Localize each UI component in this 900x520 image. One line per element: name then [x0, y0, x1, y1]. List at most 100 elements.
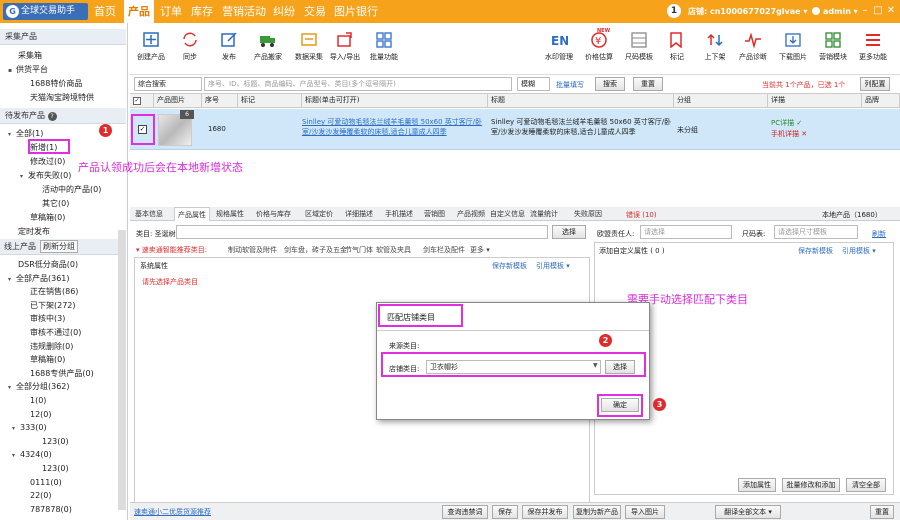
- sidebar-online-item[interactable]: 1(0): [30, 395, 46, 406]
- nav-products[interactable]: 产品: [124, 0, 154, 23]
- save-template-link-2[interactable]: 保存新模板: [798, 246, 833, 256]
- minimize-icon[interactable]: –: [858, 4, 872, 18]
- sidebar-item-modified[interactable]: 修改过(0): [30, 156, 65, 167]
- close-icon[interactable]: ✕: [884, 4, 898, 18]
- tool-marketing-button[interactable]: 营销模块: [814, 28, 852, 72]
- tab-1[interactable]: 基本信息: [135, 207, 163, 221]
- help-icon[interactable]: ?: [47, 112, 57, 121]
- recommend-item[interactable]: 剑车盘，砖子及五金: [284, 245, 347, 255]
- category-input[interactable]: [176, 225, 548, 239]
- maximize-icon[interactable]: □: [871, 4, 885, 18]
- sidebar-online-item[interactable]: 22(0): [30, 490, 52, 501]
- sidebar-online-item[interactable]: 787878(0): [30, 504, 72, 515]
- sidebar-online-item[interactable]: 草稿箱(0): [30, 354, 65, 365]
- col-group[interactable]: 分组: [674, 94, 768, 107]
- refresh-link[interactable]: 刷新: [872, 229, 886, 239]
- sidebar-item-tmall[interactable]: 天猫淘宝跨境特供: [30, 92, 94, 103]
- tool-menu-button[interactable]: 更多功能: [854, 28, 892, 72]
- tab-10[interactable]: 自定义信息: [490, 207, 525, 221]
- sidebar-item-other[interactable]: 其它(0): [42, 198, 69, 209]
- search-input[interactable]: 序号、ID、标题、商品编码、产品型号、类目(多个逗号隔开): [204, 77, 512, 91]
- col-seq[interactable]: 序号: [202, 94, 238, 107]
- tool-publish-button[interactable]: 发布: [210, 28, 248, 72]
- collapse-icon[interactable]: ▾: [20, 171, 28, 182]
- user-menu[interactable]: admin ▾: [823, 0, 858, 23]
- tool-diagnose-button[interactable]: 产品诊断: [734, 28, 772, 72]
- tool-price-button[interactable]: ¥ 价格估算: [580, 28, 618, 72]
- sidebar-online-item[interactable]: ▾ 4324(0): [12, 449, 52, 461]
- tab-5[interactable]: 区域定价: [305, 207, 333, 221]
- tab-12[interactable]: 失败原因: [574, 207, 602, 221]
- col-title[interactable]: 标题: [488, 94, 674, 107]
- col-mark[interactable]: 标记: [238, 94, 302, 107]
- select-all-checkbox[interactable]: ✓: [133, 97, 141, 105]
- tab-6[interactable]: 详细描述: [345, 207, 373, 221]
- statusbar-button[interactable]: 复制为新产品: [573, 505, 621, 519]
- col-detail[interactable]: 详描: [768, 94, 862, 107]
- recommend-item[interactable]: 节气门体: [345, 245, 373, 255]
- col-image[interactable]: 产品图片: [154, 94, 202, 107]
- sidebar-scrollbar[interactable]: [118, 230, 126, 510]
- nav-home[interactable]: 首页: [89, 0, 121, 23]
- nav-marketing[interactable]: 营销活动: [220, 0, 268, 23]
- recommend-item[interactable]: 剑车栏及配件: [423, 245, 465, 255]
- tab-11[interactable]: 流量统计: [530, 207, 558, 221]
- statusbar-button[interactable]: 查询违禁词: [442, 505, 488, 519]
- col-brand[interactable]: 品牌: [862, 94, 900, 107]
- add-attribute-button[interactable]: 添加属性: [738, 478, 776, 492]
- sidebar-online-item[interactable]: 审核不通过(0): [30, 327, 81, 338]
- statusbar-button[interactable]: 导入图片: [625, 505, 665, 519]
- collapse-icon[interactable]: ▾: [12, 423, 20, 434]
- sidebar-online-item[interactable]: DSR低分商品(0): [18, 259, 78, 270]
- nav-orders[interactable]: 订单: [157, 0, 185, 23]
- sidebar-online-item[interactable]: 审核中(3): [30, 313, 65, 324]
- tab-2[interactable]: 产品属性: [174, 207, 210, 221]
- recommend-item[interactable]: 制动软管及附件: [228, 245, 277, 255]
- sidebar-online-item[interactable]: 123(0): [42, 463, 69, 474]
- eu-rep-select[interactable]: 请选择: [640, 225, 732, 239]
- quote-template-link-2[interactable]: 引用模板 ▾: [842, 246, 876, 256]
- sidebar-online-item[interactable]: ▾ 全部产品(361): [8, 273, 70, 285]
- sidebar-item-supply[interactable]: ▪ 供货平台: [8, 64, 48, 76]
- sidebar-item-draft[interactable]: 草稿箱(0): [30, 212, 65, 223]
- nav-trade[interactable]: 交易: [301, 0, 329, 23]
- sidebar-online-item[interactable]: 12(0): [30, 409, 52, 420]
- sidebar-item-collect-box[interactable]: 采集箱: [18, 50, 42, 61]
- tool-truck-button[interactable]: 产品搬家: [249, 28, 287, 72]
- store-selector[interactable]: 店铺: cn1000677027glvae ▾: [688, 0, 807, 23]
- refresh-group-button[interactable]: 刷新分组: [40, 240, 78, 253]
- sidebar-online-item[interactable]: 正在销售(86): [30, 286, 78, 297]
- save-template-link[interactable]: 保存新模板: [492, 261, 527, 271]
- sidebar-online-item[interactable]: 1688专供产品(0): [30, 368, 94, 379]
- sidebar-online-item[interactable]: 0111(0): [30, 477, 62, 488]
- column-config-button[interactable]: 列配置: [860, 77, 890, 91]
- tool-tag-button[interactable]: 标记: [658, 28, 696, 72]
- sidebar-online-item[interactable]: ▾ 全部分组(362): [8, 381, 70, 393]
- collapse-icon[interactable]: ▾: [8, 274, 16, 285]
- tool-collect-button[interactable]: 数据采集: [290, 28, 328, 72]
- tool-updown-button[interactable]: 上下架: [696, 28, 734, 72]
- nav-inventory[interactable]: 库存: [188, 0, 216, 23]
- recommend-item[interactable]: 软管及夹具: [376, 245, 411, 255]
- statusbar-button[interactable]: 保存: [492, 505, 518, 519]
- tab-8[interactable]: 营销图: [424, 207, 445, 221]
- sidebar-online-item[interactable]: ▾ 333(0): [12, 422, 47, 434]
- nav-image-bank[interactable]: 图片银行: [332, 0, 380, 23]
- sidebar-online-item[interactable]: 违规删除(0): [30, 341, 73, 352]
- search-type-select[interactable]: 综合搜索: [134, 77, 202, 91]
- tool-size-button[interactable]: 尺码模板: [620, 28, 658, 72]
- sidebar-online-item[interactable]: 123(0): [42, 436, 69, 447]
- collapse-icon[interactable]: ▾: [8, 129, 16, 140]
- tab-online-products[interactable]: 线上产品: [4, 239, 36, 255]
- nav-disputes[interactable]: 纠纷: [270, 0, 298, 23]
- collapse-icon[interactable]: ▪: [8, 65, 16, 76]
- statusbar-button[interactable]: 翻译全部文本 ▾: [715, 505, 781, 519]
- clear-all-button[interactable]: 清空全部: [846, 478, 886, 492]
- tab-7[interactable]: 手机描述: [385, 207, 413, 221]
- sidebar-item-1688[interactable]: 1688特价商品: [30, 78, 82, 89]
- tab-9[interactable]: 产品视频: [457, 207, 485, 221]
- search-button[interactable]: 搜索: [595, 77, 625, 91]
- row-title-link[interactable]: Sinlley 可爱动物毛毯法兰绒羊毛羹毯 50x60 英寸客厅/卧室/沙发沙发…: [302, 117, 488, 139]
- sidebar-online-item[interactable]: 已下架(272): [30, 300, 76, 311]
- tool-batch-button[interactable]: 批量功能: [365, 28, 403, 72]
